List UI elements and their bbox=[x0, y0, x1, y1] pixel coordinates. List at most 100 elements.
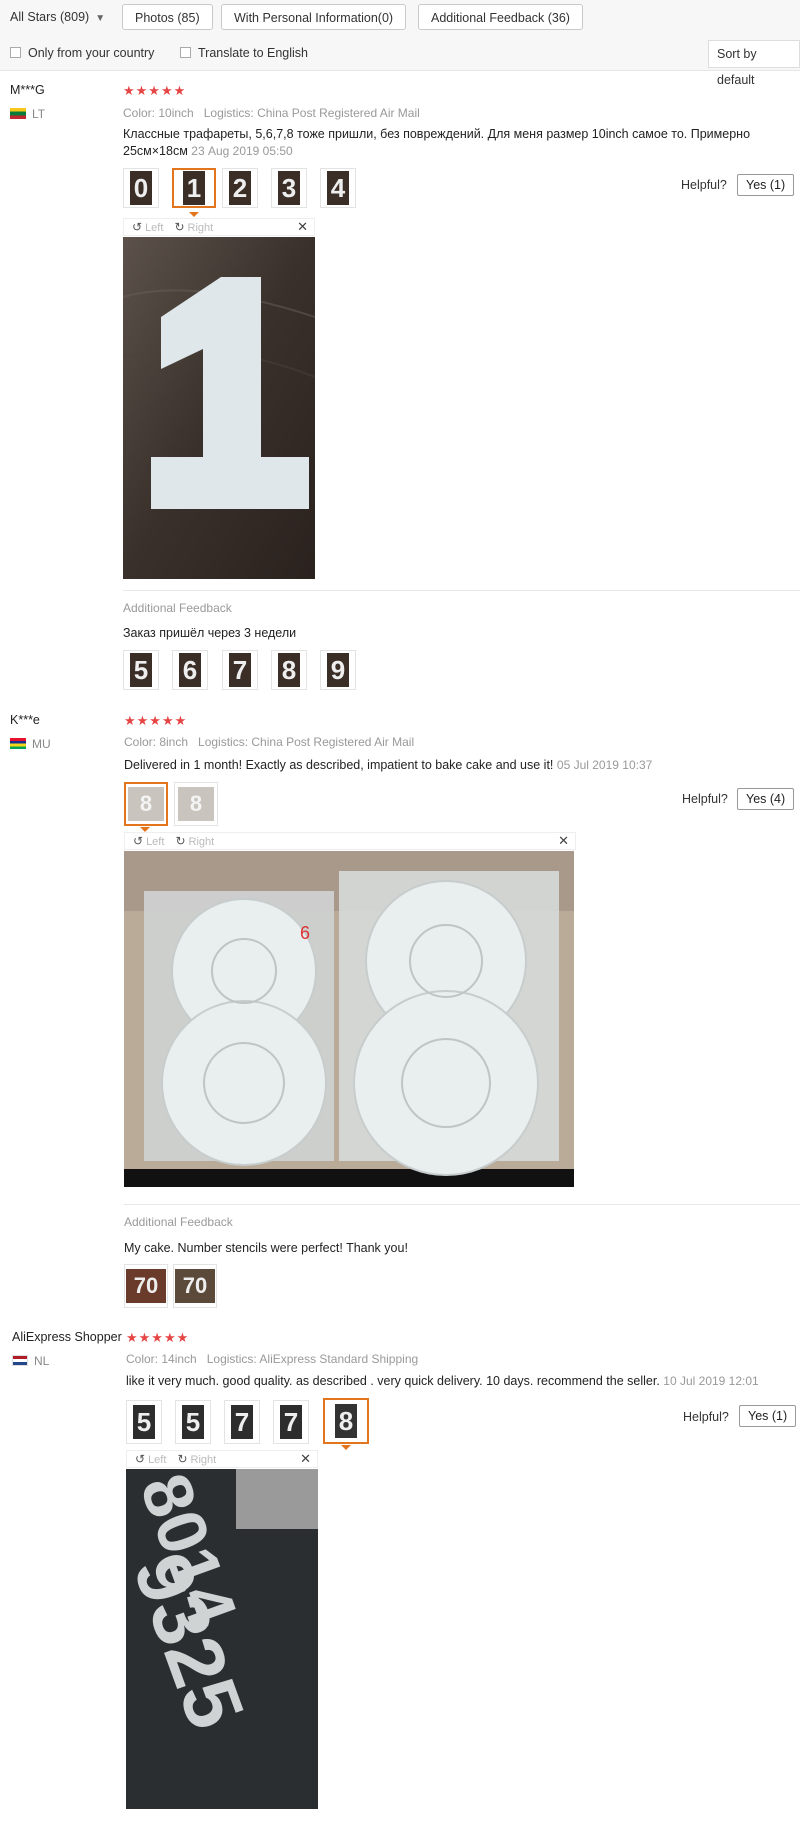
photo-thumbnail[interactable]: 8 bbox=[174, 782, 218, 826]
photo-thumbnail[interactable]: 4 bbox=[320, 168, 356, 208]
review-body: like it very much. good quality. as desc… bbox=[126, 1374, 660, 1388]
review-date: 23 Aug 2019 05:50 bbox=[191, 144, 293, 158]
personal-info-filter-button[interactable]: With Personal Information(0) bbox=[221, 4, 407, 30]
close-icon[interactable]: ✕ bbox=[297, 219, 308, 235]
review-meta: Color: 14inch Logistics: AliExpress Stand… bbox=[126, 1352, 428, 1366]
photo-thumbnail-selected[interactable]: 8 bbox=[124, 782, 168, 826]
country-code: MU bbox=[32, 737, 51, 751]
thumbnail-digit: 2 bbox=[229, 171, 251, 205]
photo-thumbnail[interactable]: 3 bbox=[271, 168, 307, 208]
review-text: like it very much. good quality. as desc… bbox=[126, 1373, 786, 1390]
additional-feedback-text: Заказ пришёл через 3 недели bbox=[123, 626, 297, 640]
review-photo-large[interactable]: 8014 9325 bbox=[126, 1469, 318, 1809]
photo-thumbnail[interactable]: 7 bbox=[273, 1400, 309, 1444]
review-meta: Color: 8inch Logistics: China Post Regist… bbox=[124, 735, 424, 749]
review-text: Классные трафареты, 5,6,7,8 тоже пришли,… bbox=[123, 126, 773, 160]
additional-feedback-text: My cake. Number stencils were perfect! T… bbox=[124, 1241, 408, 1255]
flag-icon bbox=[10, 108, 26, 119]
divider bbox=[123, 590, 800, 591]
divider bbox=[124, 1204, 800, 1205]
thumbnail-digit: 7 bbox=[229, 653, 251, 687]
review-photo-large[interactable] bbox=[123, 237, 315, 579]
photo-thumbnail[interactable]: 70 bbox=[124, 1264, 168, 1308]
close-icon[interactable]: ✕ bbox=[300, 1451, 311, 1467]
thumbnail-digit: 5 bbox=[182, 1405, 204, 1439]
flag-icon bbox=[10, 738, 26, 749]
rotate-left-icon[interactable]: ↺ bbox=[132, 220, 142, 234]
chevron-down-icon: ▼ bbox=[95, 13, 106, 24]
sort-dropdown[interactable]: Sort by default bbox=[708, 40, 800, 87]
review-date: 05 Jul 2019 10:37 bbox=[556, 758, 653, 772]
flag-icon bbox=[12, 1355, 28, 1366]
photo-thumbnail[interactable]: 7 bbox=[222, 650, 258, 690]
reviewer-name: AliExpress Shopper bbox=[12, 1330, 122, 1344]
thumbnail-digit: 6 bbox=[179, 653, 201, 687]
rotate-right-icon[interactable]: ↻ bbox=[177, 1452, 187, 1466]
selected-caret bbox=[189, 212, 199, 217]
checkbox-icon bbox=[10, 47, 21, 58]
checkbox-icon bbox=[180, 47, 191, 58]
helpful-label: Helpful? bbox=[681, 178, 727, 192]
rotate-left-icon[interactable]: ↺ bbox=[135, 1452, 145, 1466]
image-toolbar: ↺ Left ↻ Right ✕ bbox=[123, 218, 315, 236]
thumbnail-digit: 8 bbox=[278, 653, 300, 687]
photo-thumbnail[interactable]: 8 bbox=[271, 650, 307, 690]
thumbnail-digit: 0 bbox=[130, 171, 152, 205]
translate-checkbox[interactable]: Translate to English bbox=[180, 44, 308, 62]
photo-thumbnail[interactable]: 6 bbox=[172, 650, 208, 690]
rotate-right-label[interactable]: Right bbox=[188, 222, 214, 234]
photo-thumbnail[interactable]: 2 bbox=[222, 168, 258, 208]
star-rating: ★★★★★ bbox=[124, 713, 188, 728]
rotate-left-icon[interactable]: ↺ bbox=[133, 834, 143, 848]
translate-label: Translate to English bbox=[198, 46, 309, 60]
photo-thumbnail[interactable]: 5 bbox=[123, 650, 159, 690]
rotate-right-label[interactable]: Right bbox=[191, 1454, 217, 1466]
only-country-checkbox[interactable]: Only from your country bbox=[10, 44, 154, 62]
review-text: Delivered in 1 month! Exactly as describ… bbox=[124, 757, 784, 774]
review-filter-bar: All Stars (809) ▼ Photos (85) With Person… bbox=[0, 0, 800, 87]
helpful-yes-button[interactable]: Yes (4) bbox=[737, 788, 795, 810]
star-filter-dropdown[interactable]: All Stars (809) ▼ bbox=[10, 6, 105, 28]
review-logistics: Logistics: China Post Registered Air Mai… bbox=[198, 735, 415, 749]
thumbnail-digit: 5 bbox=[130, 653, 152, 687]
photo-thumbnail[interactable]: 70 bbox=[173, 1264, 217, 1308]
country-code: NL bbox=[34, 1354, 50, 1368]
photo-thumbnail-selected[interactable]: 8 bbox=[323, 1398, 369, 1444]
helpful-label: Helpful? bbox=[682, 792, 728, 806]
only-country-label: Only from your country bbox=[28, 46, 155, 60]
rotate-left-label[interactable]: Left bbox=[146, 836, 164, 848]
thumbnail-digit: 9 bbox=[327, 653, 349, 687]
thumbnail-digit: 70 bbox=[126, 1269, 166, 1303]
helpful-yes-button[interactable]: Yes (1) bbox=[737, 174, 795, 196]
reviewer-country: NL bbox=[12, 1354, 49, 1368]
review-date: 10 Jul 2019 12:01 bbox=[663, 1374, 759, 1388]
rotate-right-label[interactable]: Right bbox=[189, 836, 215, 848]
photo-thumbnail[interactable]: 9 bbox=[320, 650, 356, 690]
star-rating: ★★★★★ bbox=[123, 83, 187, 98]
review-body: Delivered in 1 month! Exactly as describ… bbox=[124, 758, 554, 772]
thumbnail-digit: 3 bbox=[278, 171, 300, 205]
review-meta: Color: 10inch Logistics: China Post Regis… bbox=[123, 106, 430, 120]
photo-thumbnail-selected[interactable]: 1 bbox=[172, 168, 216, 208]
reviewer-country: LT bbox=[10, 107, 45, 121]
rotate-left-label[interactable]: Left bbox=[145, 222, 163, 234]
thumbnail-digit: 70 bbox=[175, 1269, 215, 1303]
reviewer-name: M***G bbox=[10, 83, 45, 97]
photos-filter-button[interactable]: Photos (85) bbox=[122, 4, 213, 30]
photo-thumbnail[interactable]: 5 bbox=[126, 1400, 162, 1444]
svg-text:6: 6 bbox=[300, 923, 310, 943]
close-icon[interactable]: ✕ bbox=[558, 833, 569, 849]
helpful-yes-button[interactable]: Yes (1) bbox=[739, 1405, 797, 1427]
photo-thumbnail[interactable]: 7 bbox=[224, 1400, 260, 1444]
photo-thumbnail[interactable]: 0 bbox=[123, 168, 159, 208]
additional-feedback-filter-button[interactable]: Additional Feedback (36) bbox=[418, 4, 583, 30]
reviewer-country: MU bbox=[10, 737, 51, 751]
review-photo-large[interactable]: 6 bbox=[124, 851, 574, 1187]
rotate-right-icon[interactable]: ↻ bbox=[174, 220, 184, 234]
review-logistics: Logistics: AliExpress Standard Shipping bbox=[206, 1352, 419, 1366]
rotate-left-label[interactable]: Left bbox=[148, 1454, 166, 1466]
thumbnail-digit: 7 bbox=[231, 1405, 253, 1439]
photo-thumbnail[interactable]: 5 bbox=[175, 1400, 211, 1444]
reviewer-name: K***e bbox=[10, 713, 40, 727]
rotate-right-icon[interactable]: ↻ bbox=[175, 834, 185, 848]
